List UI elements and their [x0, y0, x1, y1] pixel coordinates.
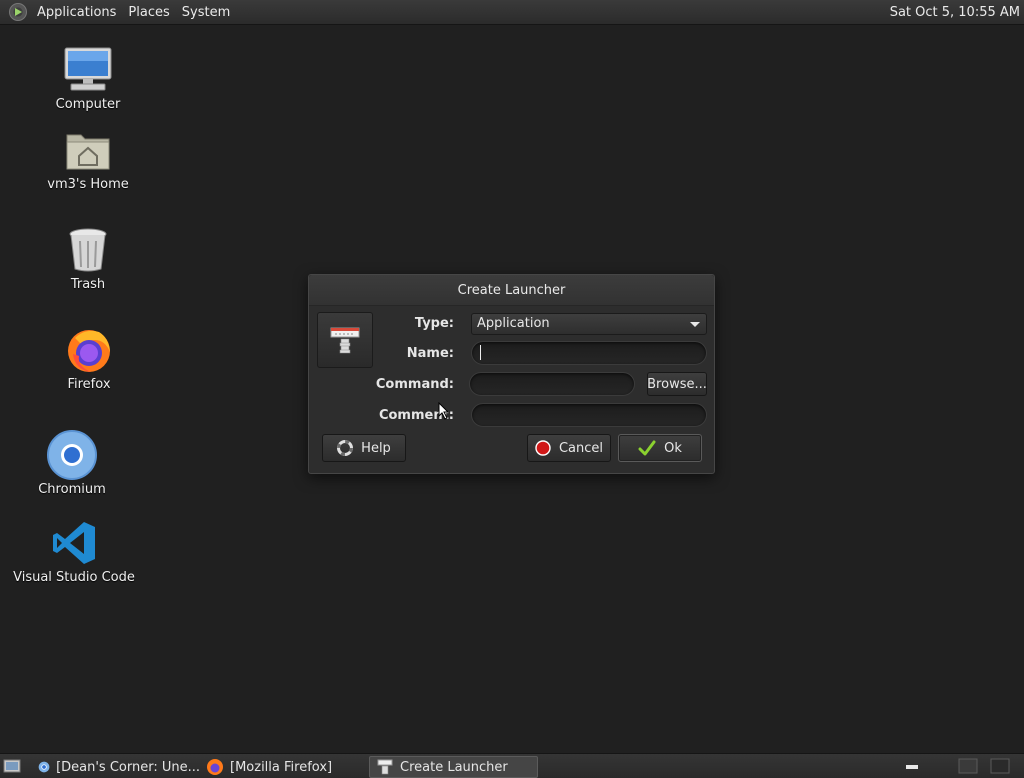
desktop-icon-home[interactable]: vm3's Home: [23, 125, 153, 192]
type-select-value: Application: [477, 316, 550, 331]
browse-button-label: Browse...: [647, 376, 707, 392]
launcher-icon: [330, 327, 360, 354]
desktop-icon-label: Firefox: [67, 377, 111, 392]
desktop-icon-trash[interactable]: Trash: [23, 225, 153, 292]
computer-icon: [63, 45, 113, 95]
command-field[interactable]: [469, 372, 635, 396]
create-launcher-dialog: Create Launcher Type: Application Name: …: [308, 274, 715, 474]
chromium-icon: [38, 761, 50, 773]
help-icon: [337, 440, 354, 456]
menu-system[interactable]: System: [176, 5, 236, 20]
type-label: Type:: [414, 316, 454, 331]
desktop-icon-label: Computer: [55, 97, 121, 112]
cancel-button[interactable]: Cancel: [527, 434, 611, 462]
home-folder-icon: [63, 125, 113, 175]
top-panel: Applications Places System Sat Oct 5, 10…: [0, 0, 1024, 25]
taskbar-item-firefox[interactable]: [Mozilla Firefox]: [200, 756, 368, 778]
taskbar-item-label: Create Launcher: [400, 759, 508, 775]
workspace-2-icon[interactable]: [990, 757, 1010, 776]
command-label: Command:: [375, 377, 454, 392]
dialog-title[interactable]: Create Launcher: [309, 275, 714, 306]
desktop-icon-label: Trash: [70, 277, 106, 292]
taskbar-item-label: [Mozilla Firefox]: [230, 759, 333, 775]
desktop-icon-vscode[interactable]: Visual Studio Code: [9, 518, 139, 585]
desktop-icon-label: Visual Studio Code: [13, 570, 135, 585]
taskbar-item-label: [Dean's Corner: Une...: [56, 759, 200, 775]
help-button[interactable]: Help: [322, 434, 406, 462]
type-select[interactable]: Application: [471, 313, 707, 335]
main-menu-logo-icon[interactable]: [9, 3, 27, 21]
launcher-icon-button[interactable]: [317, 312, 373, 368]
chevron-down-icon: [690, 322, 700, 327]
workspace-1-icon[interactable]: [958, 757, 978, 776]
firefox-icon: [64, 325, 114, 375]
ok-button-label: Ok: [664, 440, 682, 456]
taskbar-item-chromium[interactable]: [Dean's Corner: Une...: [32, 756, 200, 778]
mouse-pointer-icon: [438, 402, 450, 420]
help-button-label: Help: [361, 440, 391, 456]
desktop-icon-firefox[interactable]: Firefox: [24, 325, 154, 392]
checkmark-icon: [638, 440, 656, 456]
comment-field[interactable]: [471, 403, 707, 427]
menu-applications[interactable]: Applications: [31, 5, 122, 20]
trash-icon: [63, 225, 113, 275]
browse-button[interactable]: Browse...: [647, 372, 707, 396]
text-caret: [480, 345, 481, 360]
bottom-panel: [Dean's Corner: Une... [Mozilla Firefox]…: [0, 753, 1024, 778]
firefox-icon: [207, 759, 223, 775]
desktop-icon-label: Chromium: [38, 482, 106, 497]
vscode-icon: [49, 518, 99, 568]
name-label: Name:: [406, 346, 454, 361]
desktop-icon-chromium[interactable]: Chromium: [7, 430, 137, 497]
name-field[interactable]: [471, 341, 707, 365]
keyboard-indicator-icon[interactable]: [902, 757, 922, 776]
clock[interactable]: Sat Oct 5, 10:55 AM: [890, 5, 1020, 20]
cancel-button-label: Cancel: [558, 440, 604, 456]
menu-places[interactable]: Places: [122, 5, 175, 20]
taskbar-item-create-launcher[interactable]: Create Launcher: [369, 756, 538, 778]
desktop-icon-computer[interactable]: Computer: [23, 45, 153, 112]
desktop-icon-label: vm3's Home: [47, 177, 129, 192]
chromium-icon: [47, 430, 97, 480]
show-desktop-icon[interactable]: [2, 757, 22, 776]
cancel-icon: [535, 440, 551, 456]
ok-button[interactable]: Ok: [618, 434, 702, 462]
launcher-icon: [377, 759, 393, 775]
